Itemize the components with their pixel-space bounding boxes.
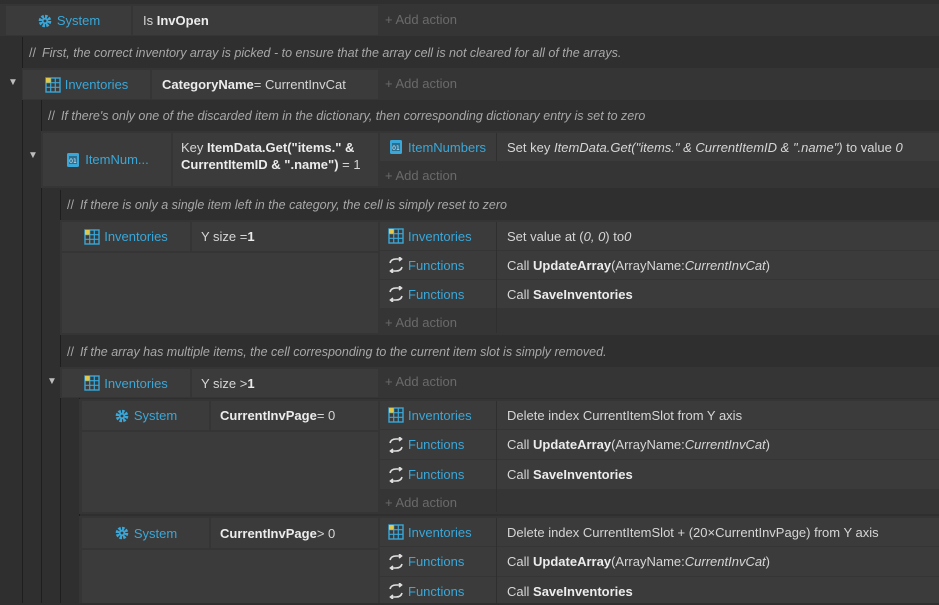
action-set-key[interactable]: Set key ItemData.Get("items." & CurrentI… bbox=[507, 133, 903, 161]
action-call-saveinventories[interactable]: Call SaveInventories bbox=[507, 280, 633, 308]
action-object-functions[interactable]: Functions bbox=[388, 577, 464, 605]
function-arrows-icon bbox=[388, 286, 404, 302]
collapse-triangle-icon[interactable]: ▼ bbox=[47, 376, 57, 387]
condition-value: InvOpen bbox=[156, 13, 209, 28]
condition-object-itemnumbers[interactable]: ItemNum... bbox=[43, 133, 171, 186]
action-object-functions[interactable]: Functions bbox=[388, 280, 464, 308]
grid-icon bbox=[84, 375, 100, 391]
condition-key-itemdata[interactable]: Key ItemData.Get("items." & CurrentItemI… bbox=[173, 133, 378, 186]
condition-object-inventories[interactable]: Inventories bbox=[62, 369, 190, 397]
function-arrows-icon bbox=[388, 554, 404, 570]
action-object-functions[interactable]: Functions bbox=[388, 460, 464, 489]
add-action-button[interactable]: + Add action bbox=[385, 68, 457, 98]
comment-4[interactable]: //If the array has multiple items, the c… bbox=[67, 345, 607, 359]
condition-object-system[interactable]: System bbox=[82, 518, 209, 548]
gear-icon bbox=[114, 408, 130, 424]
action-call-updatearray[interactable]: Call UpdateArray (ArrayName: CurrentInvC… bbox=[507, 547, 770, 576]
action-object-functions[interactable]: Functions bbox=[388, 251, 464, 279]
condition-object-inventories[interactable]: Inventories bbox=[62, 222, 190, 251]
collapse-triangle-icon[interactable]: ▼ bbox=[8, 77, 18, 88]
action-object-inventories[interactable]: Inventories bbox=[388, 401, 472, 429]
collapse-triangle-icon[interactable]: ▼ bbox=[28, 150, 38, 161]
function-arrows-icon bbox=[388, 437, 404, 453]
add-action-button[interactable]: + Add action bbox=[385, 162, 457, 188]
condition-object-system[interactable]: System bbox=[82, 401, 209, 430]
comment-2[interactable]: //If there's only one of the discarded i… bbox=[48, 109, 645, 123]
add-action-button[interactable]: + Add action bbox=[385, 490, 457, 514]
add-action-button[interactable]: + Add action bbox=[385, 4, 457, 34]
condition-object-inventories[interactable]: Inventories bbox=[23, 70, 150, 99]
condition-categoryname[interactable]: CategoryName = CurrentInvCat bbox=[152, 70, 378, 99]
dictionary-icon bbox=[388, 139, 404, 155]
condition-object-system[interactable]: System bbox=[6, 6, 131, 35]
condition-text: Is bbox=[143, 13, 154, 28]
action-delete-index[interactable]: Delete index CurrentItemSlot from Y axis bbox=[507, 401, 742, 429]
comment-3[interactable]: //If there is only a single item left in… bbox=[67, 198, 507, 212]
object-name: System bbox=[56, 13, 101, 28]
function-arrows-icon bbox=[388, 467, 404, 483]
action-delete-index[interactable]: Delete index CurrentItemSlot + (20×Curre… bbox=[507, 518, 879, 546]
add-action-button[interactable]: + Add action bbox=[385, 309, 457, 335]
action-call-updatearray[interactable]: Call UpdateArray (ArrayName: CurrentInvC… bbox=[507, 430, 770, 459]
action-call-saveinventories[interactable]: Call SaveInventories bbox=[507, 577, 633, 605]
grid-icon bbox=[388, 228, 404, 244]
condition-is-invopen[interactable]: Is InvOpen bbox=[133, 6, 378, 35]
action-object-inventories[interactable]: Inventories bbox=[388, 518, 472, 546]
action-object-inventories[interactable]: Inventories bbox=[388, 222, 472, 250]
condition-ysize-greater[interactable]: Y size > 1 bbox=[192, 369, 378, 397]
add-action-button[interactable]: + Add action bbox=[385, 367, 457, 395]
condition-currentinvpage-eq[interactable]: CurrentInvPage = 0 bbox=[211, 401, 378, 430]
action-object-functions[interactable]: Functions bbox=[388, 547, 464, 576]
action-object-functions[interactable]: Functions bbox=[388, 430, 464, 459]
gear-icon bbox=[114, 525, 130, 541]
grid-icon bbox=[45, 77, 61, 93]
grid-icon bbox=[84, 229, 100, 245]
function-arrows-icon bbox=[388, 257, 404, 273]
action-call-updatearray[interactable]: Call UpdateArray (ArrayName: CurrentInvC… bbox=[507, 251, 770, 279]
action-object-itemnumbers[interactable]: ItemNumbers bbox=[388, 133, 486, 161]
indent-guide bbox=[22, 37, 23, 603]
function-arrows-icon bbox=[388, 583, 404, 599]
condition-ysize-equals[interactable]: Y size = 1 bbox=[192, 222, 378, 251]
action-call-saveinventories[interactable]: Call SaveInventories bbox=[507, 460, 633, 489]
grid-icon bbox=[388, 407, 404, 423]
condition-currentinvpage-gt[interactable]: CurrentInvPage > 0 bbox=[211, 518, 378, 548]
gear-icon bbox=[37, 13, 53, 29]
dictionary-icon bbox=[65, 152, 81, 168]
grid-icon bbox=[388, 524, 404, 540]
action-set-value[interactable]: Set value at (0, 0) to 0 bbox=[507, 222, 631, 250]
comment-1[interactable]: //First, the correct inventory array is … bbox=[29, 46, 621, 60]
